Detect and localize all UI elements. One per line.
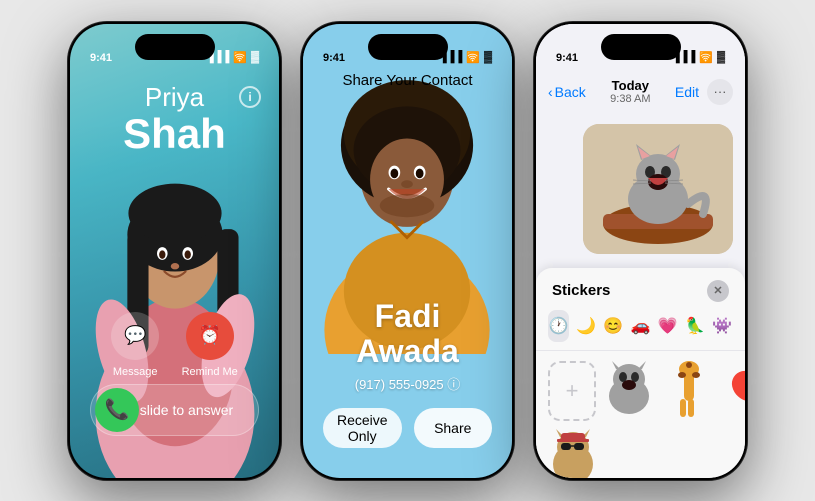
status-icons-2: ▐▐▐ 🛜 ▓: [439, 51, 492, 64]
status-time-2: 9:41: [323, 52, 345, 64]
cat-photo-bubble: [583, 124, 733, 254]
sticker-cool-cat[interactable]: [548, 429, 598, 478]
slide-label: slide to answer: [139, 402, 234, 418]
remind-icon: ⏰: [186, 312, 234, 360]
status-time: 9:41: [90, 52, 112, 64]
messages-area: [536, 114, 745, 278]
sticker-cat[interactable]: [604, 361, 654, 421]
contact-name: Fadi Awada: [303, 299, 512, 369]
phone-2: 9:41 ▐▐▐ 🛜 ▓ Share Your Contact Fadi Awa…: [300, 21, 515, 481]
dynamic-island-1: [135, 34, 215, 60]
tab-dark[interactable]: 🌙: [575, 310, 596, 342]
tab-emoji[interactable]: 😊: [603, 310, 624, 342]
battery-icon: ▓: [251, 51, 259, 63]
sticker-balloon[interactable]: 🎈: [720, 361, 745, 421]
more-button[interactable]: ···: [707, 79, 733, 105]
receive-only-button[interactable]: Receive Only: [323, 408, 402, 448]
contact-info: Fadi Awada (917) 555-0925 ⓘ: [303, 299, 512, 392]
share-buttons: Receive Only Share: [323, 408, 492, 448]
stickers-grid: +: [536, 351, 745, 478]
remind-label: Remind Me: [182, 366, 238, 378]
wifi-icon: 🛜: [233, 51, 247, 64]
answer-circle: 📞: [95, 388, 139, 432]
stickers-tabs: 🕐 🌙 😊 🚗 💗 🦜 👾: [536, 310, 745, 351]
contact-first: Fadi: [375, 298, 441, 334]
back-label: Back: [555, 84, 586, 100]
dynamic-island-3: [601, 34, 681, 60]
nav-date: Today: [610, 78, 650, 93]
stickers-title: Stickers: [552, 282, 610, 299]
tab-heart[interactable]: 💗: [657, 310, 678, 342]
stickers-panel: Stickers ✕ 🕐 🌙 😊 🚗 💗 🦜 👾 +: [536, 268, 745, 478]
back-button[interactable]: ‹ Back: [548, 84, 586, 100]
stickers-header: Stickers ✕: [536, 268, 745, 310]
message-icon: 💬: [111, 312, 159, 360]
battery-icon-2: ▓: [484, 51, 492, 63]
call-actions: 💬 Message ⏰ Remind Me: [70, 312, 279, 378]
phone-3: 9:41 ▐▐▐ 🛜 ▓ ‹ Back Today 9:38 AM Edit ·…: [533, 21, 748, 481]
tab-alien[interactable]: 👾: [712, 310, 733, 342]
messages-nav: ‹ Back Today 9:38 AM Edit ···: [536, 70, 745, 114]
caller-last-name: Shah: [70, 113, 279, 155]
add-sticker-button[interactable]: +: [548, 361, 596, 421]
remind-action[interactable]: ⏰ Remind Me: [182, 312, 238, 378]
contact-last: Awada: [356, 333, 459, 369]
sticker-giraffe[interactable]: [662, 361, 712, 421]
contact-phone: (917) 555-0925 ⓘ: [303, 374, 512, 393]
tab-bird[interactable]: 🦜: [684, 310, 705, 342]
edit-button[interactable]: Edit: [675, 84, 699, 100]
wifi-icon-3: 🛜: [699, 51, 713, 64]
chevron-left-icon: ‹: [548, 84, 553, 100]
tab-recent[interactable]: 🕐: [548, 310, 569, 342]
status-icons-3: ▐▐▐ 🛜 ▓: [672, 51, 725, 64]
info-icon[interactable]: i: [239, 86, 261, 108]
message-label: Message: [113, 366, 158, 378]
message-action[interactable]: 💬 Message: [111, 312, 159, 378]
battery-icon-3: ▓: [717, 51, 725, 63]
nav-center: Today 9:38 AM: [610, 78, 650, 105]
status-icons: ▐▐▐ 🛜 ▓: [206, 51, 259, 64]
stickers-close-button[interactable]: ✕: [707, 280, 729, 302]
dynamic-island-2: [368, 34, 448, 60]
tab-car[interactable]: 🚗: [630, 310, 651, 342]
nav-actions: Edit ···: [675, 79, 733, 105]
nav-time: 9:38 AM: [610, 93, 650, 105]
share-button[interactable]: Share: [414, 408, 493, 448]
wifi-icon-2: 🛜: [466, 51, 480, 64]
share-contact-header: Share Your Contact: [303, 72, 512, 89]
status-time-3: 9:41: [556, 52, 578, 64]
slide-to-answer[interactable]: 📞 slide to answer: [90, 384, 259, 436]
phone-1: 9:41 ▐▐▐ 🛜 ▓ Priya Shah i 💬 Message ⏰ Re…: [67, 21, 282, 481]
